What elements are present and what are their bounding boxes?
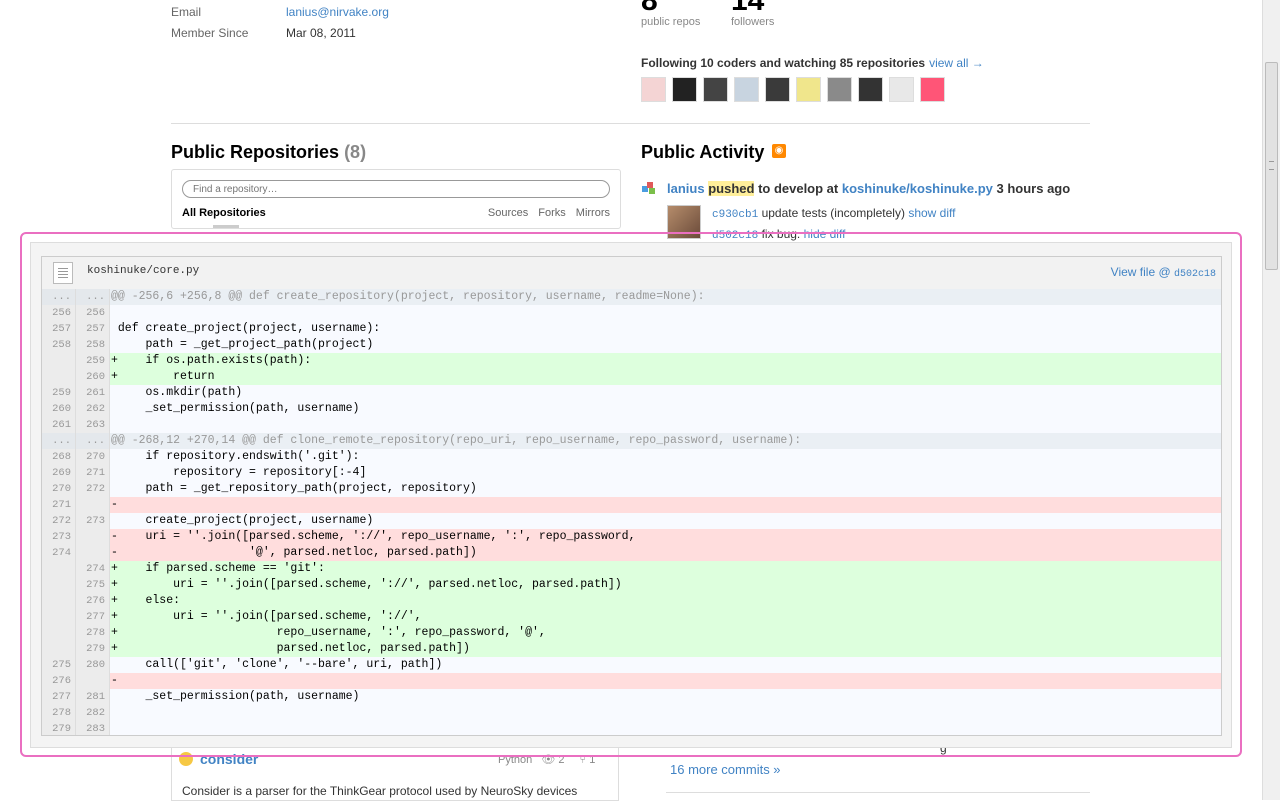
tab-all-repositories[interactable]: All Repositories bbox=[182, 207, 266, 219]
commit-entry: c930cb1 update tests (incompletely) show… bbox=[712, 206, 955, 221]
following-avatar[interactable] bbox=[827, 77, 852, 102]
following-avatar[interactable] bbox=[703, 77, 728, 102]
divider bbox=[171, 123, 1090, 124]
activity-time: 3 hours ago bbox=[996, 181, 1071, 196]
following-avatar[interactable] bbox=[858, 77, 883, 102]
following-avatar[interactable] bbox=[672, 77, 697, 102]
email-label: Email bbox=[171, 5, 202, 19]
email-row: Email lanius@nirvake.org bbox=[171, 5, 389, 19]
following-avatar[interactable] bbox=[920, 77, 945, 102]
activity-entry: lanius pushed to develop at koshinuke/ko… bbox=[667, 181, 1070, 196]
member-since-row: Member Since Mar 08, 2011 bbox=[171, 26, 356, 40]
show-diff-link[interactable]: show diff bbox=[908, 206, 955, 220]
filter-forks[interactable]: Forks bbox=[538, 207, 566, 219]
divider bbox=[666, 792, 1090, 793]
page-scrollbar[interactable] bbox=[1262, 0, 1280, 800]
commit-sha-link[interactable]: c930cb1 bbox=[712, 209, 758, 221]
following-avatars bbox=[641, 77, 945, 102]
more-commits-link[interactable]: 16 more commits » bbox=[670, 762, 781, 777]
following-summary: Following 10 coders and watching 85 repo… bbox=[641, 56, 984, 70]
scrollbar-thumb[interactable] bbox=[1265, 62, 1278, 270]
repos-label[interactable]: public repos bbox=[641, 16, 700, 28]
commit-message: update tests (incompletely) bbox=[761, 206, 905, 220]
push-icon bbox=[642, 182, 655, 194]
repository-filter-box: All Repositories Sources Forks Mirrors bbox=[171, 169, 621, 229]
member-since-value: Mar 08, 2011 bbox=[286, 26, 356, 40]
filter-sources[interactable]: Sources bbox=[488, 207, 528, 219]
filter-mirrors[interactable]: Mirrors bbox=[576, 207, 610, 219]
diff-popup-highlight bbox=[20, 232, 1242, 757]
followers-label[interactable]: followers bbox=[731, 16, 774, 28]
repositories-heading: Public Repositories (8) bbox=[171, 142, 366, 163]
following-avatar[interactable] bbox=[765, 77, 790, 102]
activity-to-text: to develop at bbox=[758, 181, 839, 196]
tab-underline bbox=[213, 225, 239, 228]
repos-count[interactable]: 8 bbox=[641, 0, 658, 16]
repository-description: Consider is a parser for the ThinkGear p… bbox=[182, 784, 578, 798]
following-avatar[interactable] bbox=[734, 77, 759, 102]
following-text: Following 10 coders and watching 85 repo… bbox=[641, 56, 926, 70]
following-avatar[interactable] bbox=[796, 77, 821, 102]
repository-filters: Sources Forks Mirrors bbox=[488, 207, 610, 219]
repositories-count: (8) bbox=[344, 142, 367, 162]
member-since-label: Member Since bbox=[171, 26, 249, 40]
followers-count[interactable]: 14 bbox=[731, 0, 764, 16]
find-repository-input[interactable] bbox=[182, 180, 610, 198]
following-avatar[interactable] bbox=[889, 77, 914, 102]
repositories-title: Public Repositories bbox=[171, 142, 340, 162]
activity-action: pushed bbox=[708, 181, 755, 196]
view-all-link[interactable]: view all → bbox=[929, 56, 984, 70]
email-link[interactable]: lanius@nirvake.org bbox=[286, 5, 389, 19]
scrollbar-grip bbox=[1269, 161, 1274, 170]
activity-repo-link[interactable]: koshinuke/koshinuke.py bbox=[842, 181, 993, 196]
following-avatar[interactable] bbox=[641, 77, 666, 102]
activity-heading: Public Activity bbox=[641, 142, 765, 162]
activity-user-link[interactable]: lanius bbox=[667, 181, 705, 196]
rss-feed-icon[interactable]: ◉ bbox=[772, 144, 786, 158]
